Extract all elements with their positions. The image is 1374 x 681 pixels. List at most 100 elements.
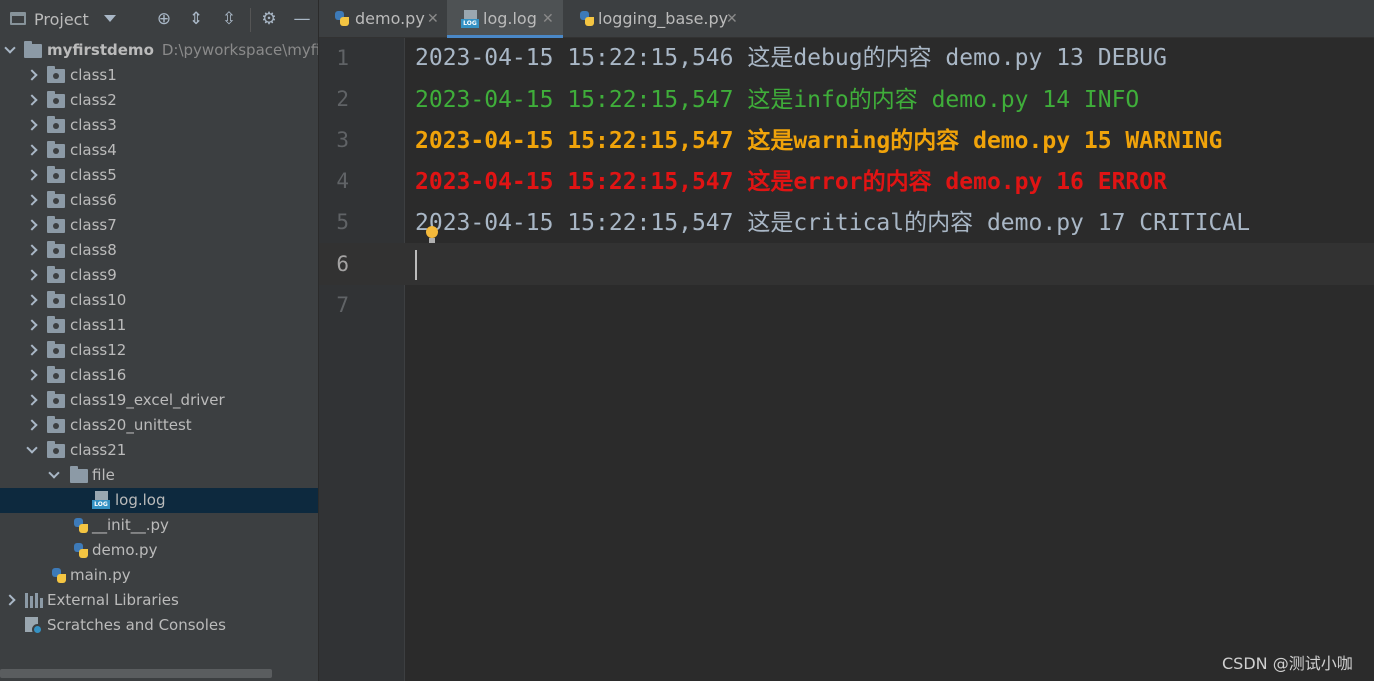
- tree-item-main-py[interactable]: main.py: [0, 563, 318, 588]
- package-folder-icon: [47, 66, 65, 83]
- log-line-warning[interactable]: 2023-04-15 15:22:15,547 这是warning的内容 dem…: [415, 126, 1222, 156]
- package-folder-icon: [47, 216, 65, 233]
- package-folder-icon: [47, 366, 65, 383]
- tree-item-label: class9: [70, 266, 117, 284]
- minimize-icon[interactable]: —: [292, 9, 312, 29]
- tree-item-class5[interactable]: class5: [0, 163, 318, 188]
- chevron-right-icon[interactable]: [25, 313, 39, 338]
- tree-item-demo-py[interactable]: demo.py: [0, 538, 318, 563]
- tree-item-class19-excel-driver[interactable]: class19_excel_driver: [0, 388, 318, 413]
- chevron-down-icon[interactable]: [25, 438, 39, 463]
- chevron-right-icon[interactable]: [25, 213, 39, 238]
- package-folder-icon: [47, 391, 65, 408]
- tab-demo-py[interactable]: demo.py ✕: [319, 0, 446, 38]
- current-line-number: 6: [336, 252, 349, 276]
- tree-item-label: class12: [70, 341, 127, 359]
- tree-item-label: class7: [70, 216, 117, 234]
- chevron-right-icon[interactable]: [25, 288, 39, 313]
- tree-item-init-py[interactable]: __init__.py: [0, 513, 318, 538]
- tree-item-label: Scratches and Consoles: [47, 616, 226, 634]
- watermark: CSDN @测试小咖: [1222, 654, 1353, 673]
- tree-item-scratches-and-consoles[interactable]: Scratches and Consoles: [0, 613, 318, 638]
- tab-logging-base-py[interactable]: logging_base.py ✕: [564, 0, 746, 38]
- close-icon[interactable]: ✕: [726, 0, 738, 38]
- log-line-debug[interactable]: 2023-04-15 15:22:15,546 这是debug的内容 demo.…: [415, 43, 1167, 73]
- tree-item-class6[interactable]: class6: [0, 188, 318, 213]
- chevron-right-icon[interactable]: [25, 338, 39, 363]
- expand-all-icon[interactable]: ⇕: [186, 9, 206, 29]
- package-folder-icon: [47, 191, 65, 208]
- editor-tab-bar: demo.py ✕ LOG log.log ✕ logging_base.py …: [319, 0, 1374, 38]
- project-panel-title[interactable]: Project: [34, 10, 89, 29]
- tree-item-label: class21: [70, 441, 127, 459]
- tree-item-label: file: [92, 466, 115, 484]
- root-name: myfirstdemo: [47, 41, 154, 59]
- tree-item-label: main.py: [70, 566, 131, 584]
- log-line-info[interactable]: 2023-04-15 15:22:15,547 这是info的内容 demo.p…: [415, 85, 1139, 115]
- close-icon[interactable]: ✕: [427, 0, 439, 38]
- line-number: 1: [336, 46, 349, 70]
- tab-log-log[interactable]: LOG log.log ✕: [447, 0, 563, 38]
- tree-item-class8[interactable]: class8: [0, 238, 318, 263]
- chevron-right-icon[interactable]: [25, 113, 39, 138]
- tree-item-external-libraries[interactable]: External Libraries: [0, 588, 318, 613]
- tree-item-label: class19_excel_driver: [70, 391, 225, 409]
- tree-root-myfirstdemo[interactable]: myfirstdemo D:\pyworkspace\myfirs: [0, 38, 318, 63]
- project-panel-header: Project ⊕ ⇕ ⇳ ⚙ —: [0, 0, 318, 38]
- package-folder-icon: [47, 241, 65, 258]
- tree-item-label: log.log: [115, 491, 166, 509]
- python-file-icon: [578, 10, 596, 28]
- tree-item-class12[interactable]: class12: [0, 338, 318, 363]
- tree-item-label: class20_unittest: [70, 416, 192, 434]
- tree-item-log-log[interactable]: LOG log.log: [0, 488, 318, 513]
- chevron-right-icon[interactable]: [25, 138, 39, 163]
- target-icon[interactable]: ⊕: [154, 9, 174, 29]
- tree-item-file[interactable]: file: [0, 463, 318, 488]
- tree-item-class4[interactable]: class4: [0, 138, 318, 163]
- collapse-all-icon[interactable]: ⇳: [219, 9, 239, 29]
- folder-icon: [70, 466, 88, 483]
- tree-item-label: class8: [70, 241, 117, 259]
- tree-item-class11[interactable]: class11: [0, 313, 318, 338]
- root-path: D:\pyworkspace\myfirs: [161, 41, 318, 59]
- chevron-right-icon[interactable]: [25, 413, 39, 438]
- tree-item-label: class10: [70, 291, 127, 309]
- horizontal-scrollbar[interactable]: [0, 669, 272, 678]
- python-file-icon: [72, 517, 90, 535]
- close-icon[interactable]: ✕: [542, 0, 554, 38]
- tree-item-class16[interactable]: class16: [0, 363, 318, 388]
- tree-item-class21[interactable]: class21: [0, 438, 318, 463]
- tree-item-class2[interactable]: class2: [0, 88, 318, 113]
- gear-icon[interactable]: ⚙: [259, 9, 279, 29]
- line-number: 5: [336, 210, 349, 234]
- package-folder-icon: [47, 416, 65, 433]
- tree-item-class1[interactable]: class1: [0, 63, 318, 88]
- chevron-right-icon[interactable]: [25, 63, 39, 88]
- chevron-right-icon[interactable]: [25, 388, 39, 413]
- chevron-right-icon[interactable]: [25, 363, 39, 388]
- tree-item-class7[interactable]: class7: [0, 213, 318, 238]
- chevron-right-icon[interactable]: [25, 88, 39, 113]
- chevron-down-icon[interactable]: [47, 463, 61, 488]
- package-folder-icon: [47, 116, 65, 133]
- chevron-right-icon[interactable]: [25, 188, 39, 213]
- tree-item-label: class6: [70, 191, 117, 209]
- tab-label: logging_base.py: [598, 9, 729, 28]
- chevron-right-icon[interactable]: [25, 163, 39, 188]
- tree-item-class9[interactable]: class9: [0, 263, 318, 288]
- tree-item-class20-unittest[interactable]: class20_unittest: [0, 413, 318, 438]
- chevron-right-icon[interactable]: [3, 588, 17, 613]
- chevron-down-icon[interactable]: [3, 38, 17, 63]
- chevron-right-icon[interactable]: [25, 263, 39, 288]
- tab-label: log.log: [483, 9, 537, 28]
- tree-item-class10[interactable]: class10: [0, 288, 318, 313]
- log-file-icon: LOG: [461, 10, 479, 29]
- log-line-error[interactable]: 2023-04-15 15:22:15,547 这是error的内容 demo.…: [415, 167, 1167, 197]
- lightbulb-icon[interactable]: [425, 226, 439, 244]
- chevron-down-icon[interactable]: [104, 15, 116, 22]
- current-line-highlight: [319, 243, 1374, 285]
- tree-item-label: class5: [70, 166, 117, 184]
- log-line-critical[interactable]: 2023-04-15 15:22:15,547 这是critical的内容 de…: [415, 208, 1250, 238]
- chevron-right-icon[interactable]: [25, 238, 39, 263]
- tree-item-class3[interactable]: class3: [0, 113, 318, 138]
